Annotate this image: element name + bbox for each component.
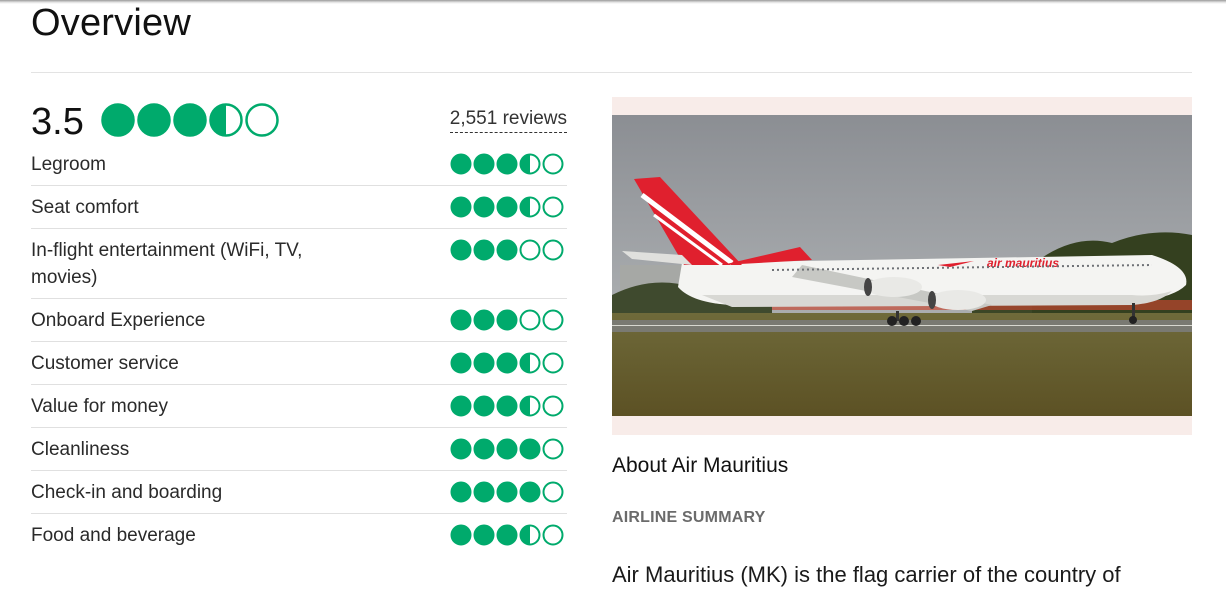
rating-bubble-full: [450, 524, 472, 546]
rating-bubble-full: [519, 438, 541, 460]
category-rating-bubbles: [450, 196, 565, 218]
rating-bubble-full: [473, 438, 495, 460]
category-rating-bubbles: [450, 438, 565, 460]
rating-bubble-full: [496, 481, 518, 503]
rating-bubble-full: [137, 103, 171, 137]
rating-bubble-full: [496, 196, 518, 218]
about-title: About Air Mauritius: [612, 454, 789, 477]
rating-bubble-full: [450, 352, 472, 374]
category-label: Food and beverage: [31, 525, 196, 546]
category-row: Value for money: [31, 385, 567, 428]
rating-bubble-full: [173, 103, 207, 137]
category-rating-bubbles: [450, 153, 565, 175]
title-divider: [31, 72, 1192, 73]
rating-bubble-full: [496, 524, 518, 546]
rating-bubble-full: [450, 309, 472, 331]
rating-bubble-full: [450, 481, 472, 503]
category-label: Customer service: [31, 353, 179, 374]
overall-rating: 3.5 2,551 reviews: [31, 97, 567, 143]
category-label: Onboard Experience: [31, 310, 206, 331]
rating-bubble-full: [473, 153, 495, 175]
airline-summary-label: AIRLINE SUMMARY: [612, 509, 766, 526]
overall-rating-bubbles: [101, 103, 281, 137]
airline-photo-frame: air mauritius: [612, 97, 1192, 435]
rating-bubble-full: [496, 309, 518, 331]
rating-bubble-empty: [542, 352, 564, 374]
category-row: Cleanliness: [31, 428, 567, 471]
rating-bubble-full: [450, 395, 472, 417]
category-rating-bubbles: [450, 352, 565, 374]
rating-bubble-full: [496, 352, 518, 374]
category-row: Food and beverage: [31, 514, 567, 556]
rating-bubble-half: [209, 103, 243, 137]
rating-bubble-full: [473, 481, 495, 503]
page-title: Overview: [31, 2, 191, 44]
category-row: In-flight entertainment (WiFi, TV, movie…: [31, 229, 567, 299]
rating-bubble-full: [450, 438, 472, 460]
rating-bubble-half: [519, 352, 541, 374]
rating-bubble-full: [473, 196, 495, 218]
rating-bubble-full: [473, 524, 495, 546]
rating-bubble-half: [519, 524, 541, 546]
category-rating-bubbles: [450, 395, 565, 417]
rating-bubble-full: [496, 395, 518, 417]
rating-bubble-full: [473, 395, 495, 417]
airplane-photo[interactable]: air mauritius: [612, 115, 1192, 416]
rating-bubble-full: [496, 153, 518, 175]
rating-bubble-full: [450, 153, 472, 175]
rating-bubble-empty: [519, 239, 541, 261]
category-label: Seat comfort: [31, 197, 139, 218]
rating-bubble-empty: [519, 309, 541, 331]
category-row: Check-in and boarding: [31, 471, 567, 514]
rating-bubble-empty: [542, 395, 564, 417]
rating-bubble-full: [473, 309, 495, 331]
category-label: In-flight entertainment (WiFi, TV, movie…: [31, 240, 303, 288]
category-label: Value for money: [31, 396, 168, 417]
category-label: Legroom: [31, 154, 106, 175]
rating-bubble-full: [450, 196, 472, 218]
rating-bubble-full: [473, 352, 495, 374]
rating-bubble-full: [450, 239, 472, 261]
category-rating-bubbles: [450, 481, 565, 503]
category-label: Cleanliness: [31, 439, 130, 460]
rating-bubble-full: [496, 438, 518, 460]
rating-bubble-full: [496, 239, 518, 261]
category-row: Seat comfort: [31, 186, 567, 229]
rating-bubble-empty: [542, 309, 564, 331]
category-row: Customer service: [31, 342, 567, 385]
rating-bubble-empty: [542, 481, 564, 503]
rating-bubble-empty: [542, 239, 564, 261]
category-rating-bubbles: [450, 524, 565, 546]
rating-bubble-full: [473, 239, 495, 261]
category-row: Onboard Experience: [31, 299, 567, 342]
about-panel: air mauritius About Air Mauritius AIRLIN…: [612, 97, 1192, 587]
ratings-panel: 3.5 2,551 reviews Legroom Seat comfort I…: [31, 97, 567, 556]
rating-bubble-half: [519, 395, 541, 417]
rating-bubble-half: [519, 196, 541, 218]
rating-bubble-empty: [542, 196, 564, 218]
airline-summary-text: Air Mauritius (MK) is the flag carrier o…: [612, 562, 1121, 587]
rating-bubble-full: [519, 481, 541, 503]
rating-bubble-empty: [542, 438, 564, 460]
category-rating-bubbles: [450, 239, 565, 261]
reviews-count-link[interactable]: 2,551 reviews: [449, 108, 567, 133]
category-label: Check-in and boarding: [31, 482, 223, 503]
overall-score: 3.5: [31, 101, 84, 143]
category-rating-bubbles: [450, 309, 565, 331]
rating-bubble-half: [519, 153, 541, 175]
rating-bubble-empty: [542, 524, 564, 546]
airplane-illustration: air mauritius: [612, 115, 1192, 416]
rating-bubble-empty: [245, 103, 279, 137]
rating-bubble-empty: [542, 153, 564, 175]
category-ratings-list: Legroom Seat comfort In-flight entertain…: [31, 143, 567, 556]
category-row: Legroom: [31, 143, 567, 186]
rating-bubble-full: [101, 103, 135, 137]
